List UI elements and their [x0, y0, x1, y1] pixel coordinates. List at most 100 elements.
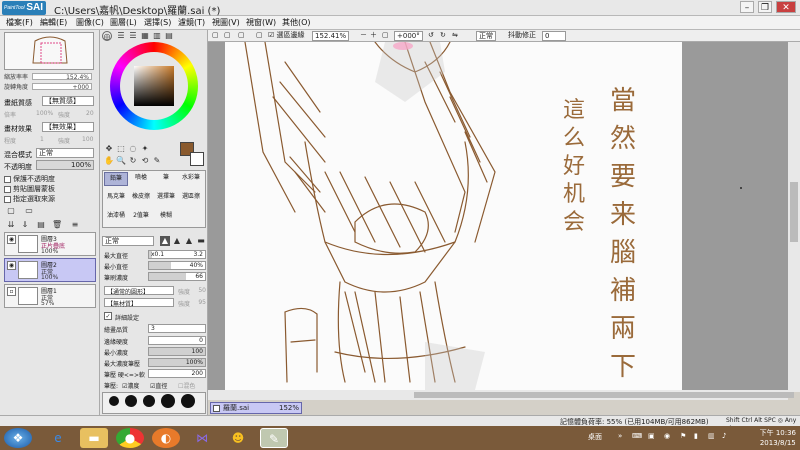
pressure-slider[interactable]: 200 — [148, 369, 206, 378]
density-slider[interactable]: 66 — [148, 272, 206, 281]
layer-item-3[interactable]: ◉ 圖層3 正片疊底 100% — [4, 232, 96, 256]
rgb-slider-mode-icon[interactable]: ☰ — [116, 31, 126, 41]
internet-explorer-icon[interactable]: e — [44, 428, 72, 448]
secondary-color-swatch[interactable] — [190, 152, 204, 166]
layer-item-1[interactable]: ▫ 圖層1 正常 57% — [4, 284, 96, 308]
visibility-eye-icon[interactable]: ◉ — [7, 235, 16, 244]
file-explorer-icon[interactable]: ▬ — [80, 428, 108, 448]
lasso-icon[interactable]: ◌ — [128, 144, 138, 154]
canvas-tool-icon[interactable]: ▢ — [256, 31, 263, 41]
new-layer-icon[interactable]: ▢ — [6, 206, 16, 216]
menu-window[interactable]: 視窗(W) — [246, 17, 276, 28]
pen-size-checkbox[interactable]: ☑直徑 — [150, 381, 167, 390]
zoom-field[interactable]: 152.4% — [32, 73, 92, 81]
selection-edge-checkbox[interactable]: ☑ 選區邊緣 — [268, 31, 305, 41]
eyedropper-icon[interactable]: ✎ — [152, 156, 162, 166]
saturation-value-square[interactable] — [134, 66, 174, 106]
start-button-icon[interactable]: ❖ — [4, 428, 32, 448]
brush-shape-flat-icon[interactable]: ▬ — [196, 236, 206, 246]
zoom-tool-icon[interactable]: 🔍 — [116, 156, 126, 166]
min-size-slider[interactable]: 40% — [148, 261, 206, 270]
blend-mode-select[interactable]: 正常 — [36, 148, 94, 158]
flag-icon[interactable]: ⚑ — [680, 432, 686, 440]
quality-select[interactable]: 3 — [148, 324, 206, 333]
network-icon[interactable]: ▥ — [708, 432, 715, 440]
delete-layer-icon[interactable]: 🗑 — [52, 220, 62, 230]
brush-preset-dot[interactable] — [143, 395, 155, 407]
canvas-zoom-field[interactable]: 152.41% — [312, 31, 350, 41]
visibility-eye-icon[interactable]: ◉ — [7, 261, 16, 270]
tool-watercolor[interactable]: 水彩筆 — [179, 172, 203, 186]
new-folder-icon[interactable]: ▭ — [24, 206, 34, 216]
menu-other[interactable]: 其他(O) — [282, 17, 311, 28]
canvas-angle-field[interactable]: +000° — [394, 31, 423, 41]
pen-mix-checkbox[interactable]: ☐混色 — [178, 381, 195, 390]
navigator-thumbnail[interactable] — [4, 32, 94, 70]
transfer-down-icon[interactable]: ⇊ — [6, 220, 16, 230]
max-pressure-slider[interactable]: 100% — [148, 358, 206, 367]
brush-preset-dot[interactable] — [125, 395, 137, 407]
drawing-canvas[interactable]: 這么好机会 當然要来腦補兩下 — [225, 42, 682, 390]
keyboard-icon[interactable]: ⌨ — [632, 432, 642, 440]
menu-layer[interactable]: 圖層(L) — [110, 17, 137, 28]
hsv-slider-mode-icon[interactable]: ☰ — [128, 31, 138, 41]
max-size-slider[interactable]: x0.1 3.2 — [148, 250, 206, 259]
brush-preset-dot[interactable] — [161, 394, 175, 408]
tool-marker[interactable]: 馬克筆 — [104, 191, 128, 205]
move-tool-icon[interactable]: ✥ — [104, 144, 114, 154]
firefox-icon[interactable]: ◐ — [152, 428, 180, 448]
detail-settings-checkbox[interactable]: ✓ — [104, 312, 112, 320]
vertical-scrollbar[interactable] — [788, 42, 800, 392]
zoom-out-icon[interactable]: － — [360, 31, 367, 41]
visibility-eye-icon[interactable]: ▫ — [7, 287, 16, 296]
vertical-scroll-thumb[interactable] — [790, 182, 798, 242]
tool-eraser[interactable]: 橡皮擦 — [129, 191, 153, 205]
brush-texture-select[interactable]: 【無材質】 — [104, 298, 174, 308]
angle-field[interactable]: +000 — [32, 83, 92, 91]
rotate-tool-icon[interactable]: ↻ — [128, 156, 138, 166]
media-player-icon[interactable]: ⋈ — [188, 428, 216, 448]
tray-icon[interactable]: » — [618, 432, 622, 440]
menu-file[interactable]: 檔案(F) — [6, 17, 33, 28]
zoom-reset-icon[interactable]: ▢ — [382, 31, 389, 41]
close-button[interactable]: ✕ — [776, 1, 796, 13]
hardness-slider[interactable]: 0 — [148, 336, 206, 345]
clipping-mask-checkbox[interactable]: 剪貼圖層蒙板 — [4, 184, 55, 194]
menu-select[interactable]: 選擇(S) — [144, 17, 171, 28]
taskbar-clock[interactable]: 下午 10:36 2013/8/15 — [760, 428, 796, 448]
chat-app-icon[interactable]: ☻ — [224, 428, 252, 448]
rotate-right-icon[interactable]: ↻ — [440, 31, 446, 41]
brush-preset-dot[interactable] — [181, 394, 195, 408]
brush-shape-soft-icon[interactable]: ▲ — [160, 236, 170, 246]
effect-select[interactable]: 【無效果】 — [42, 122, 94, 132]
document-tab[interactable]: 羅蘭.sai 152% — [210, 402, 302, 414]
tool-brush[interactable]: 筆 — [154, 172, 178, 186]
paper-texture-select[interactable]: 【無質感】 — [42, 96, 94, 106]
layer-list-icon[interactable]: ≡ — [70, 220, 80, 230]
brush-preset-dot[interactable] — [109, 396, 119, 406]
menu-canvas[interactable]: 圖像(C) — [76, 17, 104, 28]
canvas-tool-icon[interactable]: ▢ — [212, 31, 219, 41]
flip-icon[interactable]: ⇋ — [452, 31, 458, 41]
canvas-tool-icon[interactable]: ▢ — [238, 31, 245, 41]
tray-icon[interactable]: ▣ — [648, 432, 655, 440]
canvas-tool-icon[interactable]: ▢ — [224, 31, 231, 41]
stabilizer-select[interactable]: 0 — [542, 31, 566, 41]
menu-view[interactable]: 視圖(V) — [212, 17, 240, 28]
menu-edit[interactable]: 編輯(E) — [40, 17, 67, 28]
tool-select-pen[interactable]: 選擇筆 — [154, 191, 178, 205]
chrome-icon[interactable]: ● — [116, 428, 144, 448]
canvas-blend-mode[interactable]: 正常 — [476, 31, 496, 41]
horizontal-scroll-thumb[interactable] — [414, 392, 794, 398]
tool-bucket[interactable]: 油漆桶 — [104, 210, 128, 224]
brush-shape-hard-icon[interactable]: ▲ — [184, 236, 194, 246]
zoom-in-icon[interactable]: ＋ — [370, 31, 377, 41]
tool-binary-pen[interactable]: 2值筆 — [129, 210, 153, 224]
selection-source-checkbox[interactable]: 指定選取來源 — [4, 194, 55, 204]
brush-shape-medium-icon[interactable]: ▲ — [172, 236, 182, 246]
tray-icon[interactable]: ▮ — [694, 432, 698, 440]
minimize-button[interactable]: – — [740, 1, 754, 13]
hand-rotate-icon[interactable]: ⟲ — [140, 156, 150, 166]
swatch-mode-icon[interactable]: ▦ — [140, 31, 150, 41]
brush-shape-select[interactable]: 【通常的圓形】 — [104, 286, 174, 296]
